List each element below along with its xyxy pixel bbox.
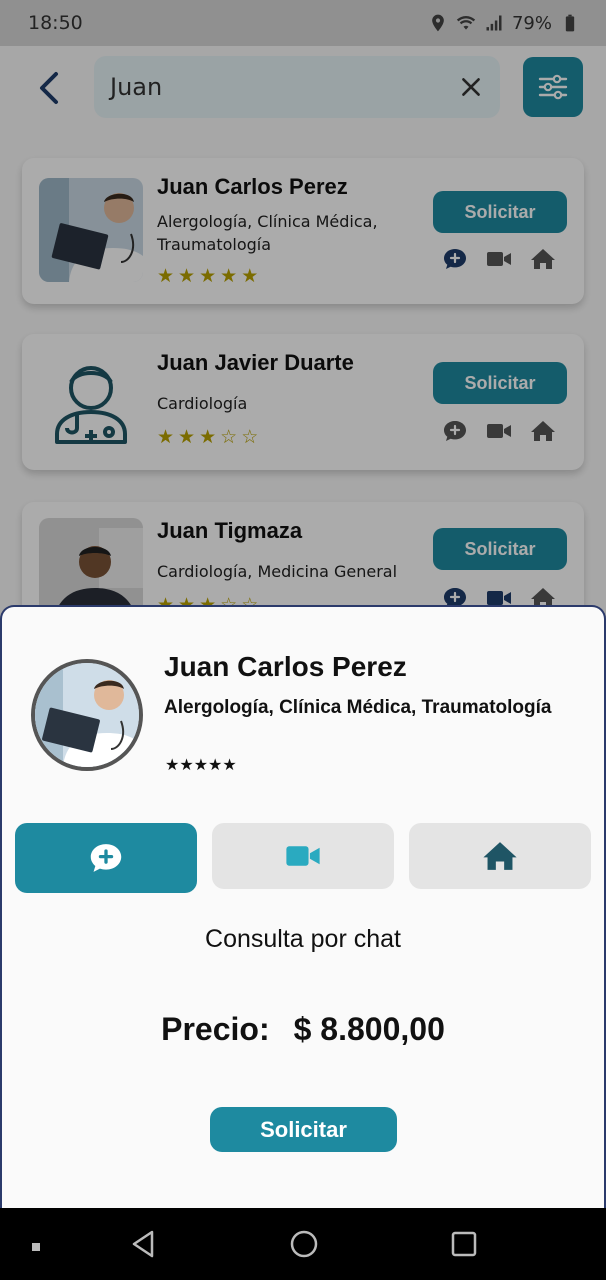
chat-plus-icon — [90, 844, 122, 872]
circle-home-icon — [290, 1230, 318, 1258]
triangle-back-icon — [132, 1230, 154, 1258]
rating-stars: ★★★★★ — [165, 755, 237, 774]
home-nav-button[interactable] — [288, 1228, 320, 1264]
price-label: Precio: — [161, 1011, 270, 1047]
solicitar-button[interactable]: Solicitar — [210, 1107, 397, 1152]
recents-nav-button[interactable] — [448, 1228, 480, 1264]
tab-home[interactable] — [409, 823, 591, 889]
price-row: Precio: $ 8.800,00 — [2, 1011, 604, 1048]
square-recents-icon — [451, 1231, 477, 1257]
menu-dot-icon[interactable] — [30, 1238, 42, 1257]
video-camera-icon — [286, 846, 320, 866]
navigation-bar — [0, 1208, 606, 1280]
doctor-detail-sheet: Juan Carlos Perez Alergología, Clínica M… — [0, 605, 606, 1208]
back-nav-button[interactable] — [128, 1228, 160, 1264]
doctor-name: Juan Carlos Perez — [164, 651, 407, 682]
price-value: $ 8.800,00 — [293, 1011, 445, 1047]
consult-mode-label: Consulta por chat — [205, 925, 401, 953]
doctor-avatar — [31, 659, 143, 771]
consult-type-tabs — [15, 823, 593, 893]
doctor-specialties: Alergología, Clínica Médica, Traumatolog… — [164, 697, 552, 718]
tab-video[interactable] — [212, 823, 394, 889]
home-icon — [483, 842, 517, 870]
tab-chat[interactable] — [15, 823, 197, 893]
